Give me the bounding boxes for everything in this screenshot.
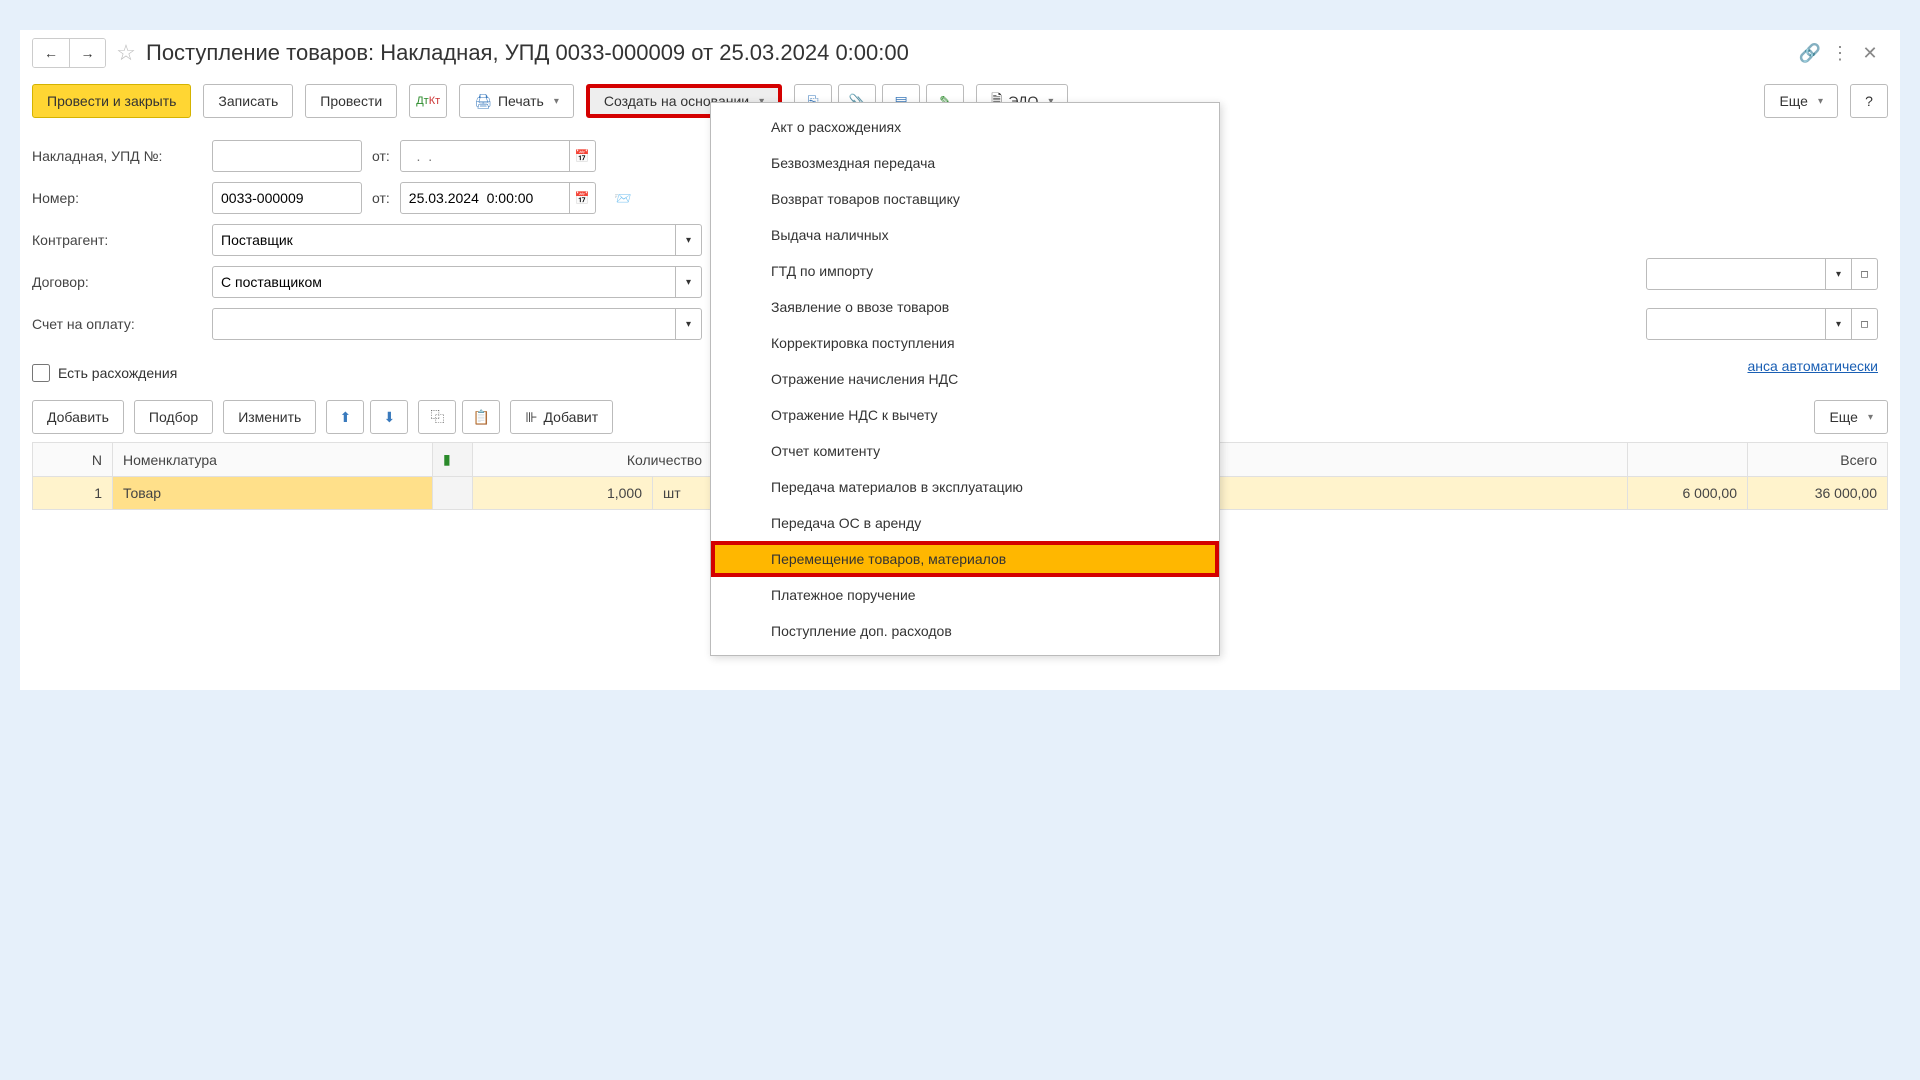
open-button[interactable]: ◻	[1852, 308, 1878, 340]
menu-item[interactable]: Акт о расхождениях	[711, 109, 1219, 145]
menu-item[interactable]: Отражение НДС к вычету	[711, 397, 1219, 433]
cell-price[interactable]: 6 000,00	[1628, 477, 1748, 510]
col-total: Всего	[1748, 443, 1888, 477]
forward-button[interactable]: →	[69, 39, 105, 67]
change-button[interactable]: Изменить	[223, 400, 316, 434]
calendar-button-2[interactable]: 📅	[570, 182, 596, 214]
post-button[interactable]: Провести	[305, 84, 397, 118]
menu-item[interactable]: Отчет комитенту	[711, 433, 1219, 469]
page-title: Поступление товаров: Накладная, УПД 0033…	[146, 40, 1792, 66]
cell-quantity[interactable]: 1,000	[473, 477, 653, 510]
bill-input[interactable]	[212, 308, 676, 340]
kebab-menu-icon[interactable]: ⋮	[1830, 43, 1850, 63]
menu-item[interactable]: Передача ОС в аренду	[711, 505, 1219, 541]
copy-icon: ⿻	[430, 407, 444, 427]
chevron-down-icon: ▾	[1818, 96, 1823, 107]
menu-item[interactable]: Заявление о ввозе товаров	[711, 289, 1219, 325]
col-quantity: Количество	[473, 443, 713, 477]
move-up-button[interactable]: ⬆	[326, 400, 364, 434]
right-input-2[interactable]	[1646, 308, 1826, 340]
paste-button[interactable]: 📋	[462, 400, 500, 434]
help-button[interactable]: ?	[1850, 84, 1888, 118]
link-icon[interactable]: 🔗	[1800, 43, 1820, 63]
cell-total[interactable]: 36 000,00	[1748, 477, 1888, 510]
print-button[interactable]: 🖨 Печать▾	[459, 84, 574, 118]
menu-item[interactable]: Платежное поручение	[711, 577, 1219, 613]
dt-kt-icon: ДтКт	[416, 95, 440, 107]
column-icon: ▮	[443, 451, 451, 467]
arrow-down-icon: ⬇	[383, 409, 395, 426]
dropdown-button[interactable]: ▾	[1826, 258, 1852, 290]
nav-buttons: ← →	[32, 38, 106, 68]
has-differences-checkbox[interactable]	[32, 364, 50, 382]
add-row-button[interactable]: Добавить	[32, 400, 124, 434]
bill-label: Счет на оплату:	[32, 316, 202, 332]
col-spacer: ▮	[433, 443, 473, 477]
calendar-icon: 📅	[575, 191, 590, 205]
menu-item[interactable]: Возврат товаров поставщику	[711, 181, 1219, 217]
cell-spacer	[433, 477, 473, 510]
menu-item[interactable]: Корректировка поступления	[711, 325, 1219, 361]
menu-item[interactable]: Поступление доп. расходов	[711, 613, 1219, 649]
dropdown-button[interactable]: ▾	[676, 224, 702, 256]
calendar-icon: 📅	[575, 149, 590, 163]
contractor-label: Контрагент:	[32, 232, 202, 248]
contract-label: Договор:	[32, 274, 202, 290]
from-label-2: от:	[372, 190, 390, 206]
doc-number-input[interactable]	[212, 182, 362, 214]
more-button[interactable]: Еще▾	[1764, 84, 1838, 118]
write-button[interactable]: Записать	[203, 84, 293, 118]
menu-item[interactable]: Отражение начисления НДС	[711, 361, 1219, 397]
invoice-label: Накладная, УПД №:	[32, 148, 202, 164]
menu-item[interactable]: Безвозмездная передача	[711, 145, 1219, 181]
invoice-date-input[interactable]	[400, 140, 570, 172]
menu-item[interactable]: ГТД по импорту	[711, 253, 1219, 289]
create-based-on-menu: Акт о расхожденияхБезвозмездная передача…	[710, 102, 1220, 656]
add-by-barcode-button[interactable]: ⊪ Добавит	[510, 400, 613, 434]
copy-button[interactable]: ⿻	[418, 400, 456, 434]
right-field-2: ▾ ◻	[1646, 308, 1878, 340]
menu-item[interactable]: Передача материалов в эксплуатацию	[711, 469, 1219, 505]
send-icon[interactable]: 📨	[612, 187, 634, 209]
back-button[interactable]: ←	[33, 39, 69, 67]
open-button[interactable]: ◻	[1852, 258, 1878, 290]
chevron-down-icon: ▾	[1868, 412, 1873, 423]
col-nomenclature: Номенклатура	[113, 443, 433, 477]
col-price	[1628, 443, 1748, 477]
calendar-button[interactable]: 📅	[570, 140, 596, 172]
dropdown-button[interactable]: ▾	[1826, 308, 1852, 340]
arrow-right-icon: →	[81, 45, 95, 61]
contractor-input[interactable]	[212, 224, 676, 256]
favorite-star-icon[interactable]: ☆	[114, 41, 138, 65]
cell-n: 1	[33, 477, 113, 510]
right-field-1: ▾ ◻	[1646, 258, 1878, 290]
col-n: N	[33, 443, 113, 477]
arrow-up-icon: ⬆	[339, 409, 351, 426]
pick-button[interactable]: Подбор	[134, 400, 213, 434]
dropdown-button[interactable]: ▾	[676, 308, 702, 340]
chevron-down-icon: ▾	[554, 96, 559, 107]
menu-item[interactable]: Выдача наличных	[711, 217, 1219, 253]
cell-unit: шт	[653, 477, 713, 510]
contract-input[interactable]	[212, 266, 676, 298]
auto-advance-link[interactable]: анса автоматически	[1747, 358, 1878, 374]
printer-icon: 🖨	[474, 93, 492, 110]
has-differences-label: Есть расхождения	[58, 365, 177, 381]
barcode-icon: ⊪	[525, 409, 537, 426]
table-more-button[interactable]: Еще▾	[1814, 400, 1888, 434]
dropdown-button[interactable]: ▾	[676, 266, 702, 298]
dt-kt-button[interactable]: ДтКт	[409, 84, 447, 118]
number-label: Номер:	[32, 190, 202, 206]
arrow-left-icon: ←	[44, 45, 58, 61]
cell-nomenclature[interactable]: Товар	[113, 477, 433, 510]
paste-icon: 📋	[473, 409, 490, 426]
post-and-close-button[interactable]: Провести и закрыть	[32, 84, 191, 118]
right-input-1[interactable]	[1646, 258, 1826, 290]
invoice-number-input[interactable]	[212, 140, 362, 172]
close-icon[interactable]: ✕	[1860, 43, 1880, 63]
menu-item[interactable]: Перемещение товаров, материалов	[711, 541, 1219, 577]
from-label-1: от:	[372, 148, 390, 164]
doc-date-input[interactable]	[400, 182, 570, 214]
move-down-button[interactable]: ⬇	[370, 400, 408, 434]
